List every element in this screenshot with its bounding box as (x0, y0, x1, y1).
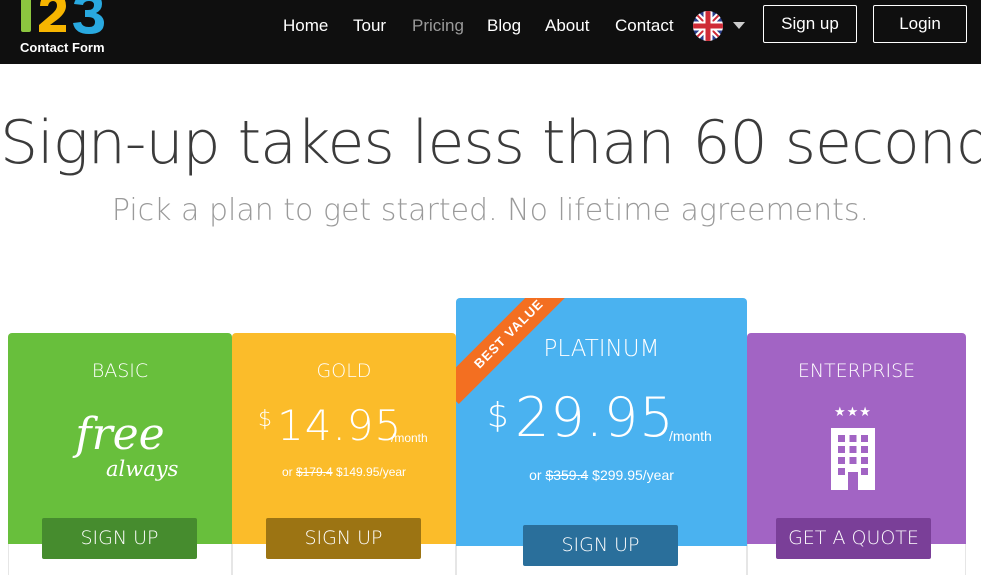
building-icon (831, 428, 875, 490)
plan-card-gold: GOLD $ 14.95 /month or $179.4 $149.95/ye… (232, 333, 456, 575)
logo-digits-icon (21, 0, 104, 34)
page-subtitle: Pick a plan to get started. No lifetime … (111, 193, 870, 228)
nav-pricing[interactable]: Pricing (412, 15, 464, 37)
plan-card-basic: BASIC free always SIGN UP (8, 333, 232, 575)
price-amount: 14.95 (277, 401, 403, 450)
nav-contact[interactable]: Contact (615, 15, 674, 37)
price-amount: 29.95 (515, 386, 675, 449)
uk-flag-icon[interactable] (693, 11, 723, 41)
page-title: Sign-up takes less than 60 seconds (0, 108, 981, 178)
signup-button[interactable]: Sign up (763, 5, 857, 43)
logo[interactable]: Contact Form (18, 0, 118, 60)
plan-name: BASIC (91, 360, 149, 382)
top-navigation-bar: Contact Form Home Tour Pricing Blog Abou… (0, 0, 981, 64)
language-dropdown-caret-icon[interactable] (733, 22, 745, 29)
currency-symbol: $ (487, 396, 509, 436)
price-period: /month (391, 431, 428, 445)
yearly-new-price: $299.95/year (588, 467, 674, 483)
stars-icon: ★★★ (834, 405, 872, 420)
yearly-price: or $179.4 $149.95/year (232, 465, 456, 479)
nav-tour[interactable]: Tour (353, 15, 386, 37)
login-button[interactable]: Login (873, 5, 967, 43)
yearly-prefix: or (281, 465, 296, 479)
yearly-old-price: $359.4 (545, 467, 589, 483)
plan-card-enterprise: ENTERPRISE ★★★ GET A QUOTE (747, 333, 966, 575)
free-sub-label: always (106, 457, 179, 481)
free-label: free (75, 409, 165, 460)
nav-home[interactable]: Home (283, 15, 328, 37)
logo-text: Contact Form (20, 40, 105, 55)
price: $ 14.95 /month (258, 401, 456, 451)
plan-name: GOLD (316, 360, 372, 382)
plan-name: PLATINUM (543, 336, 660, 362)
get-a-quote-button[interactable]: GET A QUOTE (776, 518, 931, 559)
yearly-price: or $359.4 $299.95/year (456, 467, 747, 483)
plan-card-platinum: BEST VALUE PLATINUM $ 29.95 /month or $3… (456, 298, 747, 575)
yearly-new-price: $149.95/year (332, 465, 407, 479)
plan-name: ENTERPRISE (797, 360, 916, 382)
nav-about[interactable]: About (545, 15, 589, 37)
signup-platinum-button[interactable]: SIGN UP (523, 525, 678, 566)
signup-basic-button[interactable]: SIGN UP (42, 518, 197, 559)
signup-gold-button[interactable]: SIGN UP (266, 518, 421, 559)
yearly-prefix: or (529, 467, 546, 483)
price: $ 29.95 /month (487, 386, 747, 452)
currency-symbol: $ (258, 407, 272, 432)
yearly-old-price: $179.4 (295, 465, 333, 479)
nav-blog[interactable]: Blog (487, 15, 521, 37)
price-period: /month (669, 428, 712, 444)
